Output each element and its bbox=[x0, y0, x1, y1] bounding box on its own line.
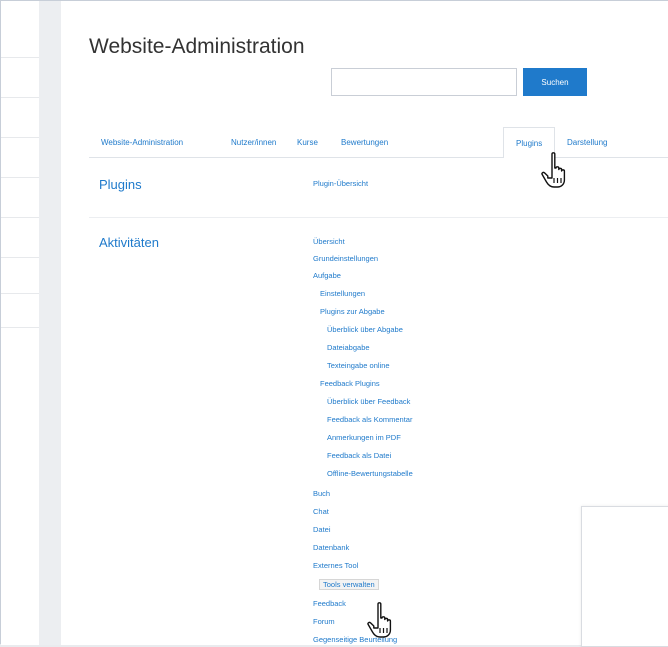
tab-users[interactable]: Nutzer/innen bbox=[231, 127, 276, 157]
tab-website-administration[interactable]: Website-Administration bbox=[101, 127, 183, 157]
plugin-overview-link[interactable]: Plugin-Übersicht bbox=[313, 179, 368, 188]
activity-link-offline-grading[interactable]: Offline-Bewertungstabelle bbox=[327, 469, 413, 478]
activity-link-feedback-overview[interactable]: Überblick über Feedback bbox=[327, 397, 410, 406]
activity-link-feedback-file[interactable]: Feedback als Datei bbox=[327, 451, 391, 460]
tab-grades[interactable]: Bewertungen bbox=[341, 127, 388, 157]
hand-pointer-icon bbox=[541, 152, 566, 188]
plugins-section-label: Plugins bbox=[99, 177, 142, 192]
main-content: Website-Administration Suchen Website-Ad… bbox=[61, 1, 668, 645]
page-title: Website-Administration bbox=[89, 35, 305, 58]
admin-tabbar: Website-Administration Nutzer/innen Kurs… bbox=[89, 127, 668, 158]
activity-link-file-submission[interactable]: Dateiabgabe bbox=[327, 343, 370, 352]
activity-link-database[interactable]: Datenbank bbox=[313, 543, 349, 552]
activity-link-settings[interactable]: Einstellungen bbox=[320, 289, 365, 298]
activity-link-chat[interactable]: Chat bbox=[313, 507, 329, 516]
hand-pointer-icon bbox=[367, 602, 392, 638]
tab-appearance[interactable]: Darstellung bbox=[567, 127, 607, 157]
section-divider bbox=[89, 217, 668, 218]
activity-link-feedback[interactable]: Feedback bbox=[313, 599, 346, 608]
search-input[interactable] bbox=[331, 68, 517, 96]
activity-link-online-text[interactable]: Texteingabe online bbox=[327, 361, 390, 370]
left-gutter bbox=[39, 1, 61, 645]
activity-link-feedback-comment[interactable]: Feedback als Kommentar bbox=[327, 415, 412, 424]
activity-link-book[interactable]: Buch bbox=[313, 489, 330, 498]
activity-link-assignment[interactable]: Aufgabe bbox=[313, 271, 341, 280]
activity-link-forum[interactable]: Forum bbox=[313, 617, 335, 626]
overlay-panel bbox=[581, 506, 668, 647]
activities-section-label: Aktivitäten bbox=[99, 235, 159, 250]
activity-link-pdf-annotations[interactable]: Anmerkungen im PDF bbox=[327, 433, 401, 442]
activity-link-general-settings[interactable]: Grundeinstellungen bbox=[313, 254, 378, 263]
activity-link-submission-plugins[interactable]: Plugins zur Abgabe bbox=[320, 307, 385, 316]
tab-courses[interactable]: Kurse bbox=[297, 127, 318, 157]
activity-link-feedback-plugins[interactable]: Feedback Plugins bbox=[320, 379, 380, 388]
app-window: Website-Administration Suchen Website-Ad… bbox=[0, 0, 668, 647]
activity-link-submission-overview[interactable]: Überblick über Abgabe bbox=[327, 325, 403, 334]
left-navigation-panel bbox=[1, 1, 40, 645]
activity-link-file[interactable]: Datei bbox=[313, 525, 331, 534]
search-button[interactable]: Suchen bbox=[523, 68, 587, 96]
activity-link-overview[interactable]: Übersicht bbox=[313, 237, 345, 246]
activity-link-manage-tools[interactable]: Tools verwalten bbox=[319, 579, 379, 590]
activity-link-external-tool[interactable]: Externes Tool bbox=[313, 561, 358, 570]
